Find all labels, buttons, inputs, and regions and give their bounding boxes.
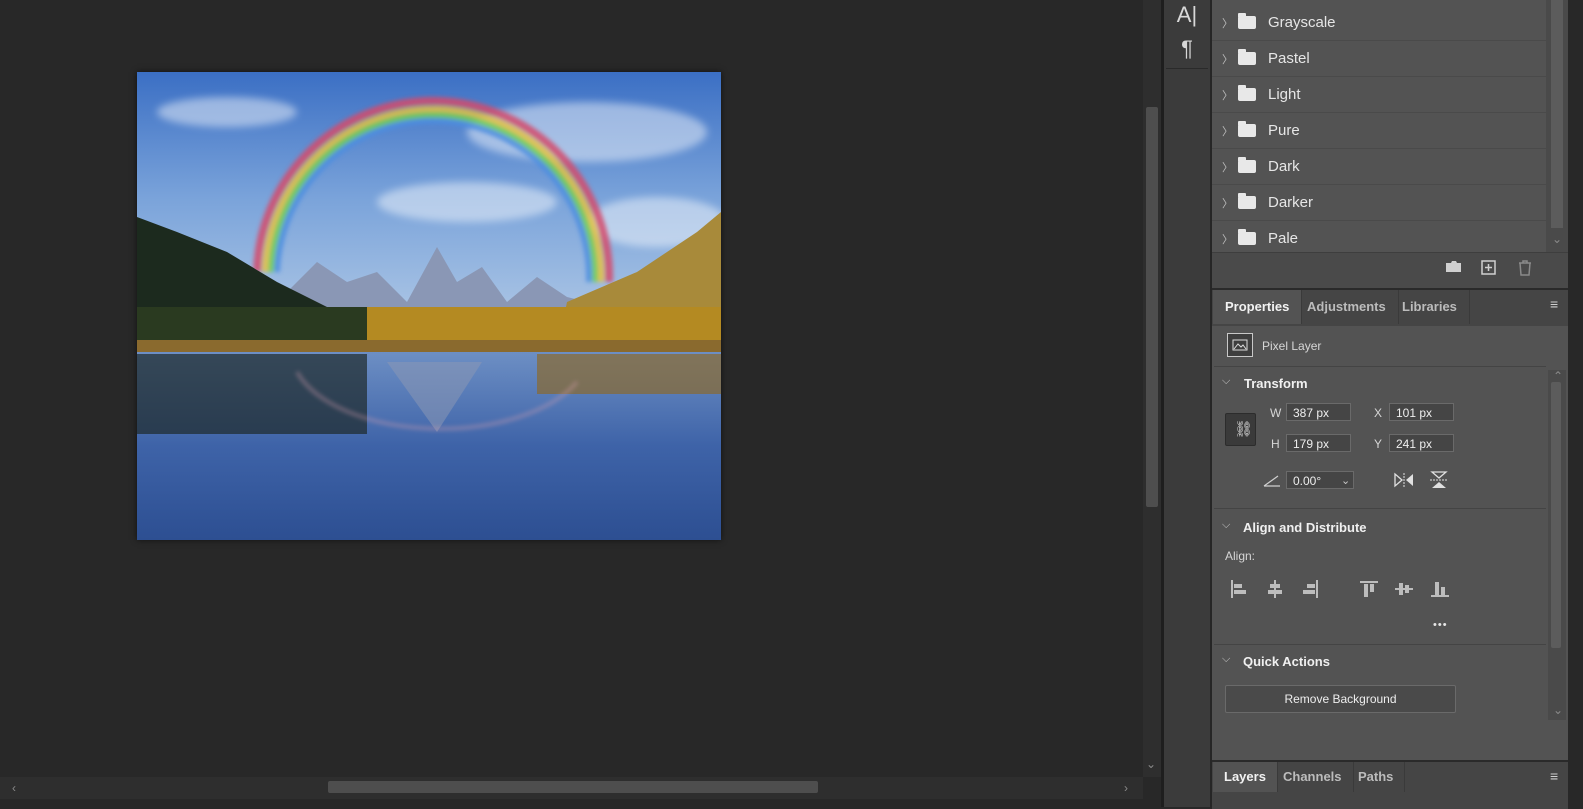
height-field[interactable]: 179 px [1286, 434, 1351, 452]
trash-icon[interactable] [1518, 260, 1532, 281]
align-right-edges-icon[interactable] [1301, 580, 1319, 598]
width-field[interactable]: 387 px [1286, 403, 1351, 421]
more-options-icon[interactable]: ••• [1433, 619, 1448, 631]
folder-icon [1238, 193, 1256, 209]
align-horizontal-centers-icon[interactable] [1266, 580, 1284, 598]
chevron-right-icon[interactable]: 〉 [1222, 123, 1234, 139]
tab-layers[interactable]: Layers [1213, 762, 1278, 792]
rotation-angle-value: 0.00° [1293, 474, 1322, 488]
align-section-title[interactable]: Align and Distribute [1243, 520, 1367, 535]
tab-properties[interactable]: Properties [1213, 290, 1303, 324]
strip-separator [1166, 68, 1208, 69]
swatch-group-label: Dark [1268, 158, 1300, 175]
horizontal-scroll-thumb[interactable] [328, 781, 818, 793]
link-proportions-button[interactable]: ⛓ [1225, 413, 1256, 446]
tab-paths[interactable]: Paths [1347, 762, 1406, 792]
chevron-right-icon[interactable]: 〉 [1222, 159, 1234, 175]
chevron-right-icon[interactable]: 〉 [1222, 15, 1234, 31]
panel-icon-strip [1164, 0, 1212, 807]
section-divider [1214, 508, 1546, 509]
swatch-group-label: Pastel [1268, 50, 1310, 67]
chevron-right-icon[interactable]: 〉 [1222, 231, 1234, 247]
document-image[interactable] [137, 72, 721, 540]
align-vertical-centers-icon[interactable] [1395, 580, 1413, 598]
folder-icon [1238, 49, 1256, 65]
x-position-field[interactable]: 101 px [1389, 403, 1454, 421]
transform-section-title[interactable]: Transform [1244, 376, 1308, 391]
scroll-left-arrow-icon[interactable]: ‹ [12, 782, 16, 794]
align-top-edges-icon[interactable] [1360, 580, 1378, 598]
swatch-group-label: Pale [1268, 230, 1299, 247]
swatch-group-label: Pure [1268, 122, 1300, 139]
vertical-scroll-thumb[interactable] [1146, 107, 1158, 507]
remove-background-button[interactable]: Remove Background [1225, 685, 1456, 713]
folder-icon [1238, 121, 1256, 137]
section-divider [1214, 644, 1546, 645]
swatch-group-label: Grayscale [1268, 14, 1336, 31]
properties-scroll-thumb[interactable] [1551, 382, 1561, 648]
swatch-group-pure[interactable]: 〉 Pure [1212, 113, 1546, 149]
width-label: W [1270, 406, 1282, 420]
chevron-right-icon[interactable]: 〉 [1222, 87, 1234, 103]
flip-horizontal-icon[interactable] [1393, 472, 1415, 493]
align-left-edges-icon[interactable] [1230, 580, 1248, 598]
folder-icon [1238, 85, 1256, 101]
chevron-down-icon[interactable]: ⌵ [1222, 519, 1230, 532]
quick-actions-section-title[interactable]: Quick Actions [1243, 654, 1330, 669]
scroll-up-arrow-icon[interactable]: ⌃ [1553, 370, 1563, 382]
align-bottom-edges-icon[interactable] [1431, 580, 1449, 598]
character-icon[interactable]: A| [1164, 2, 1210, 28]
chevron-down-icon[interactable]: ⌵ [1222, 653, 1230, 666]
folder-icon [1238, 13, 1256, 29]
swatch-group-pastel[interactable]: 〉 Pastel [1212, 41, 1546, 77]
pixel-layer-icon [1227, 333, 1253, 357]
new-swatch-icon[interactable] [1481, 260, 1496, 280]
chevron-down-icon[interactable]: ⌄ [1341, 472, 1350, 490]
chain-link-icon: ⛓ [1234, 421, 1254, 438]
scroll-down-arrow-icon[interactable]: ⌄ [1146, 758, 1156, 770]
landscape-rainbow-image [137, 72, 721, 540]
swatch-group-darker[interactable]: 〉 Darker [1212, 185, 1546, 221]
scroll-down-arrow-icon[interactable]: ⌄ [1553, 704, 1563, 716]
panel-menu-icon[interactable]: ≡ [1550, 296, 1558, 312]
chevron-right-icon[interactable]: 〉 [1222, 195, 1234, 211]
swatch-group-label: Darker [1268, 194, 1314, 211]
y-position-field[interactable]: 241 px [1389, 434, 1454, 452]
x-label: X [1374, 406, 1383, 420]
layer-kind-label: Pixel Layer [1262, 339, 1322, 353]
angle-icon [1263, 474, 1281, 492]
align-label: Align: [1225, 549, 1256, 563]
scroll-right-arrow-icon[interactable]: › [1124, 782, 1128, 794]
swatch-group-grayscale[interactable]: 〉 Grayscale [1212, 5, 1546, 41]
swatch-group-light[interactable]: 〉 Light [1212, 77, 1546, 113]
flip-vertical-icon[interactable] [1429, 470, 1449, 495]
section-divider [1214, 366, 1546, 367]
scroll-down-arrow-icon[interactable]: ⌄ [1552, 233, 1562, 245]
height-label: H [1271, 437, 1280, 451]
panel-menu-icon[interactable]: ≡ [1550, 768, 1558, 784]
tab-channels[interactable]: Channels [1272, 762, 1354, 792]
folder-icon [1238, 157, 1256, 173]
tab-adjustments[interactable]: Adjustments [1295, 290, 1399, 324]
swatch-group-pale[interactable]: 〉 Pale [1212, 221, 1546, 256]
paragraph-icon[interactable]: ¶ [1164, 36, 1210, 62]
chevron-right-icon[interactable]: 〉 [1222, 51, 1234, 67]
swatch-group-dark[interactable]: 〉 Dark [1212, 149, 1546, 185]
y-label: Y [1374, 437, 1383, 451]
swatches-footer [1212, 252, 1568, 289]
folder-icon [1238, 229, 1256, 245]
swatches-scroll-thumb[interactable] [1551, 0, 1563, 228]
rotation-angle-field[interactable]: 0.00° ⌄ [1286, 471, 1354, 489]
tab-libraries[interactable]: Libraries [1390, 290, 1470, 324]
new-group-folder-icon[interactable] [1445, 260, 1462, 278]
chevron-down-icon[interactable]: ⌵ [1222, 375, 1230, 388]
swatch-group-label: Light [1268, 86, 1301, 103]
